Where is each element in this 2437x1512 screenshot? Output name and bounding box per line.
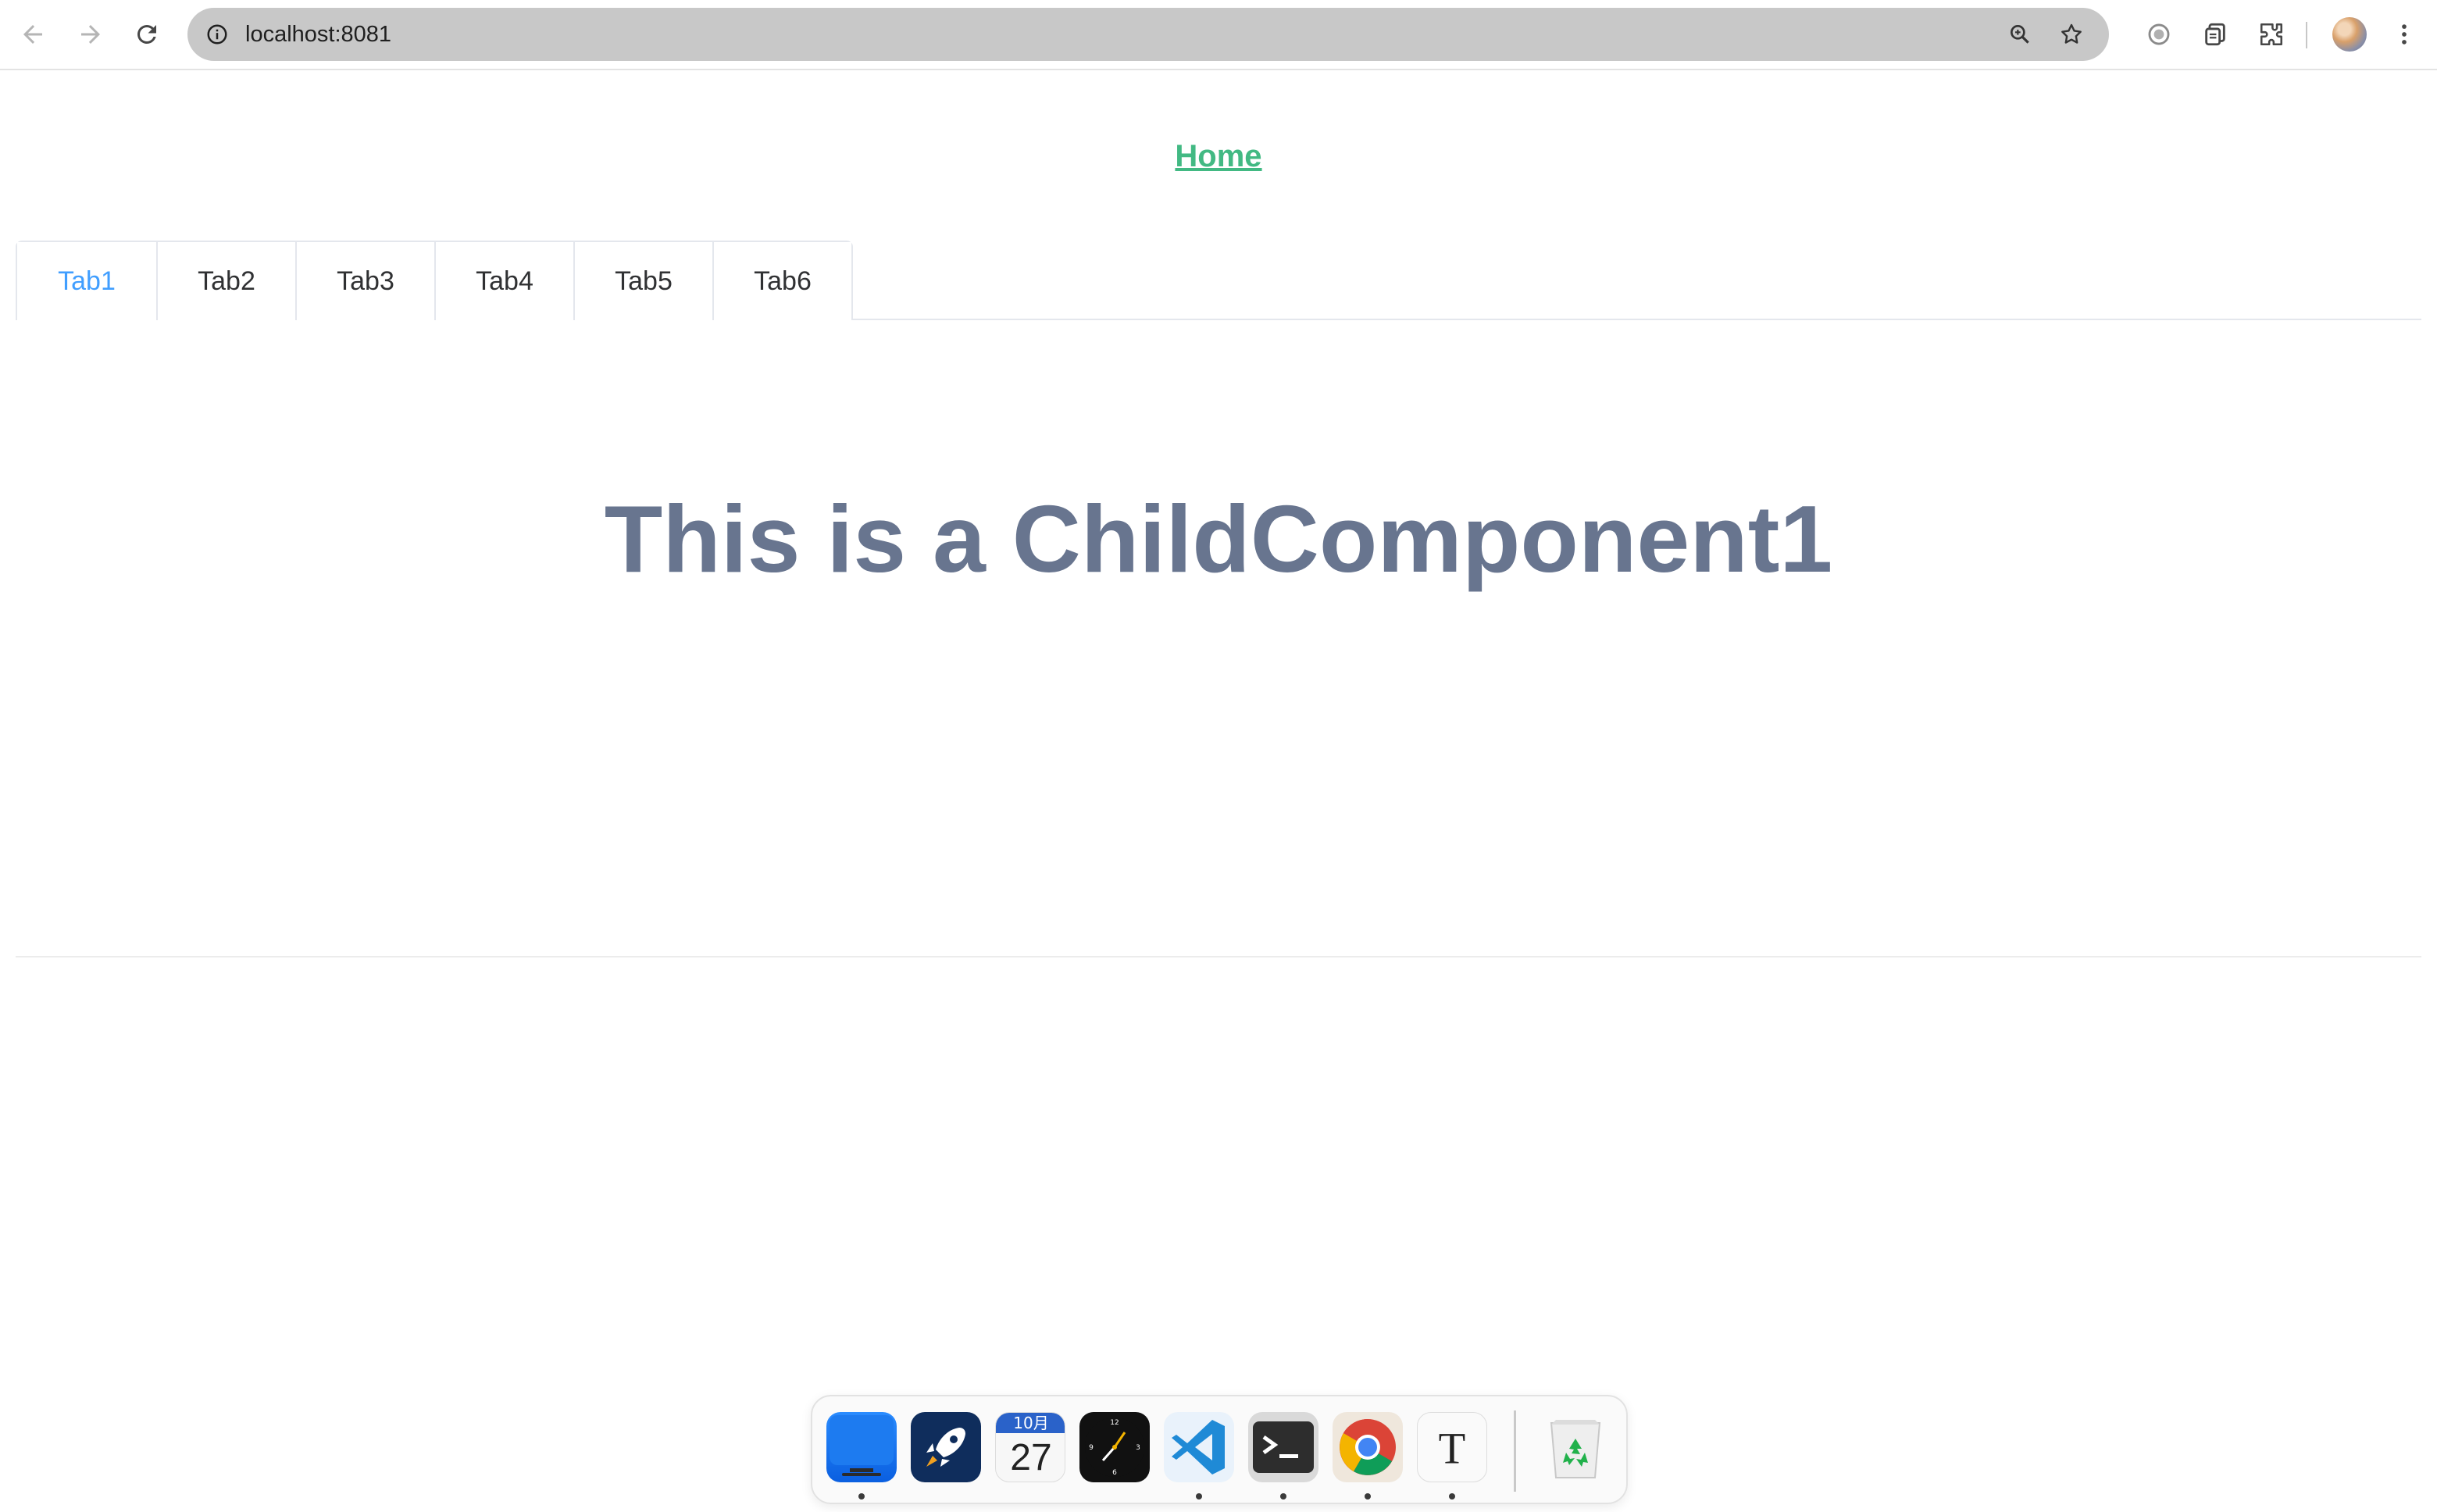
vscode-running-dot — [1196, 1493, 1202, 1500]
more-menu-icon[interactable] — [2384, 14, 2425, 55]
back-arrow-icon — [23, 25, 42, 44]
forward-button[interactable] — [67, 11, 114, 58]
child-component-heading: This is a ChildComponent1 — [604, 486, 1833, 592]
profile-avatar[interactable] — [2332, 17, 2367, 52]
browser-toolbar: localhost:8081 — [0, 0, 2437, 70]
tab-1[interactable]: Tab1 — [17, 242, 156, 322]
chrome-running-dot — [1365, 1493, 1371, 1500]
content-divider — [16, 956, 2421, 957]
svg-text:12: 12 — [1110, 1419, 1119, 1427]
back-button[interactable] — [9, 11, 56, 58]
vscode-icon[interactable] — [1164, 1412, 1234, 1482]
tab-bar: Tab1 Tab2 Tab3 Tab4 Tab5 Tab6 — [16, 241, 2421, 322]
zoom-icon[interactable] — [2004, 19, 2036, 50]
desktop-running-dot — [858, 1493, 865, 1500]
copy-icon[interactable] — [2195, 14, 2235, 55]
reload-icon — [137, 25, 156, 44]
toolbar-separator — [2306, 22, 2307, 48]
clock-icon[interactable]: 12 3 6 9 — [1079, 1412, 1150, 1482]
dock-separator — [1514, 1410, 1516, 1492]
address-bar[interactable]: localhost:8081 — [187, 8, 2109, 61]
calendar-icon[interactable]: 10月 27 — [995, 1412, 1065, 1482]
svg-text:T: T — [1439, 1425, 1466, 1474]
dock: 10月 27 12 3 6 9 T — [811, 1395, 1628, 1504]
chrome-icon[interactable] — [1333, 1412, 1403, 1482]
tab-2[interactable]: Tab2 — [156, 242, 295, 320]
typora-icon[interactable]: T — [1417, 1412, 1487, 1482]
calendar-day: 27 — [1010, 1437, 1052, 1478]
forward-arrow-icon — [81, 25, 100, 44]
svg-text:9: 9 — [1089, 1444, 1094, 1452]
tab-5[interactable]: Tab5 — [573, 242, 712, 320]
tab-6[interactable]: Tab6 — [712, 242, 851, 320]
site-info-icon[interactable] — [202, 19, 233, 50]
reload-button[interactable] — [123, 11, 170, 58]
typora-running-dot — [1449, 1493, 1455, 1500]
calendar-month: 10月 — [996, 1413, 1065, 1433]
bookmark-star-icon[interactable] — [2056, 19, 2087, 50]
tab-3[interactable]: Tab3 — [295, 242, 434, 320]
svg-text:6: 6 — [1112, 1469, 1117, 1477]
terminal-running-dot — [1280, 1493, 1286, 1500]
tab-4[interactable]: Tab4 — [434, 242, 573, 320]
launchpad-rocket-icon[interactable] — [911, 1412, 981, 1482]
url-text[interactable]: localhost:8081 — [245, 8, 391, 61]
terminal-icon[interactable] — [1248, 1412, 1318, 1482]
record-icon[interactable] — [2139, 14, 2179, 55]
svg-text:3: 3 — [1136, 1444, 1140, 1452]
home-link[interactable]: Home — [0, 139, 2437, 174]
desktop-app-icon[interactable] — [826, 1412, 897, 1482]
trash-icon[interactable] — [1540, 1412, 1611, 1482]
extensions-icon[interactable] — [2251, 14, 2292, 55]
tab-list: Tab1 Tab2 Tab3 Tab4 Tab5 Tab6 — [16, 241, 853, 322]
